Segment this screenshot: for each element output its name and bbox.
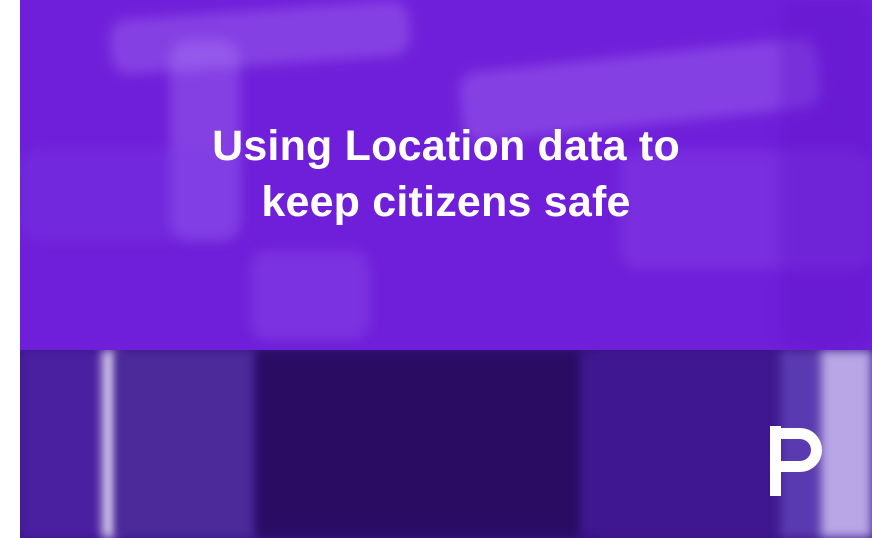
- slide-canvas: Using Location data to keep citizens saf…: [0, 0, 872, 538]
- headline-line-2: keep citizens safe: [261, 178, 631, 226]
- blurred-shape: [580, 350, 780, 538]
- blurred-shape: [102, 350, 116, 538]
- blurred-shape: [116, 350, 256, 538]
- headline: Using Location data to keep citizens saf…: [20, 118, 872, 230]
- blurred-shape: [250, 250, 370, 340]
- headline-line-1: Using Location data to: [212, 122, 680, 170]
- hero-image: Using Location data to keep citizens saf…: [20, 0, 872, 538]
- brand-p-logo-icon: [770, 426, 822, 496]
- bottom-dark-band: [20, 350, 872, 538]
- blurred-shape: [108, 0, 412, 76]
- blurred-shape: [256, 350, 596, 538]
- blurred-shape: [20, 350, 105, 538]
